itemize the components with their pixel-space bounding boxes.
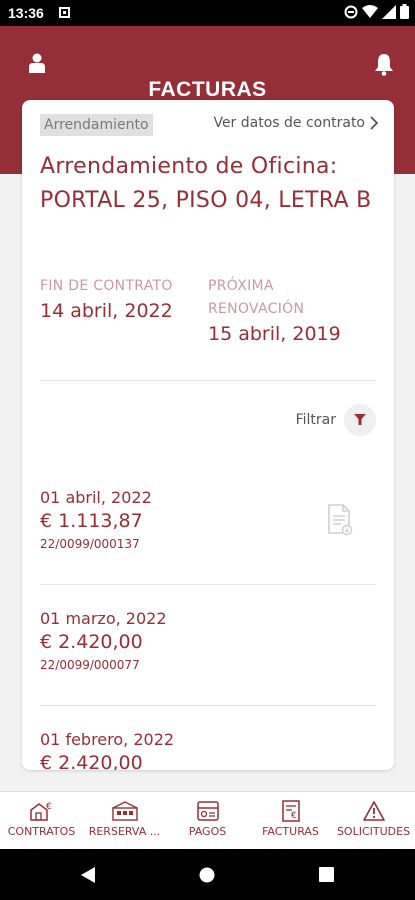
divider: [40, 705, 376, 706]
renewal-value: 15 abril, 2019: [208, 323, 341, 345]
reservations-icon: [111, 801, 138, 821]
system-icons: [344, 4, 409, 19]
chevron-right-icon: [370, 116, 378, 130]
nav-item-contracts[interactable]: € CONTRATOS: [0, 792, 83, 850]
view-contract-link[interactable]: Ver datos de contrato: [213, 115, 378, 131]
renewal-label-line2: RENOVACIÓN: [208, 301, 305, 317]
invoice-number: 22/0099/000137: [40, 537, 140, 551]
invoices-icon: €: [281, 800, 300, 822]
status-bar: 13:36: [0, 0, 415, 26]
user-icon[interactable]: [28, 53, 46, 73]
filter-label: Filtrar: [295, 412, 336, 428]
contract-title: Arrendamiento de Oficina: PORTAL 25, PIS…: [40, 154, 372, 213]
contract-end-value: 14 abril, 2022: [40, 300, 173, 322]
system-nav-bar: [0, 849, 415, 900]
invoice-amount: € 1.113,87: [40, 510, 143, 532]
svg-text:€: €: [291, 811, 297, 821]
nav-item-reservations[interactable]: RERSERVA ...: [83, 792, 166, 850]
invoice-number: 22/0099/000077: [40, 658, 140, 672]
warning-icon: [362, 801, 385, 821]
invoice-item[interactable]: 01 abril, 2022 € 1.113,87 22/0099/000137: [40, 488, 152, 551]
nav-item-invoices[interactable]: € FACTURAS: [249, 792, 332, 850]
contract-type-chip: Arrendamiento: [40, 114, 153, 136]
contracts-icon: €: [29, 802, 52, 821]
divider: [40, 380, 376, 381]
bottom-nav: € CONTRATOS RERSERVA ... PAGOS € FACTURA…: [0, 791, 415, 849]
dnd-icon: [344, 5, 358, 18]
wifi-icon: [362, 4, 378, 18]
invoice-amount: € 2.420,00: [40, 752, 143, 770]
invoice-document-icon[interactable]: [327, 504, 353, 536]
invoice-amount: € 2.420,00: [40, 631, 143, 653]
filter-control[interactable]: Filtrar: [296, 404, 376, 436]
battery-icon: [400, 4, 409, 19]
svg-text:€: €: [46, 802, 52, 812]
contract-end-label: FIN DE CONTRATO: [40, 278, 173, 294]
notification-icon: [59, 7, 70, 18]
nav-label-invoices: FACTURAS: [262, 825, 319, 838]
invoice-item[interactable]: 01 marzo, 2022 € 2.420,00 22/0099/000077: [40, 609, 167, 672]
signal-icon: [382, 4, 396, 19]
bell-icon[interactable]: [373, 52, 395, 76]
invoice-item[interactable]: 01 febrero, 2022 € 2.420,00: [40, 730, 174, 770]
filter-button[interactable]: [344, 404, 376, 436]
payments-icon: [196, 801, 219, 821]
back-icon[interactable]: [80, 866, 96, 884]
nav-item-requests[interactable]: SOLICITUDES: [332, 792, 415, 850]
nav-item-payments[interactable]: PAGOS: [166, 792, 249, 850]
status-time: 13:36: [8, 5, 44, 21]
renewal-label-line1: PRÓXIMA: [208, 278, 274, 294]
home-icon[interactable]: [199, 867, 215, 883]
view-contract-label: Ver datos de contrato: [213, 115, 365, 131]
nav-label-requests: SOLICITUDES: [336, 825, 411, 838]
divider: [40, 584, 376, 585]
nav-label-contracts: CONTRATOS: [7, 825, 76, 838]
invoice-date: 01 marzo, 2022: [40, 609, 167, 628]
page-title: FACTURAS: [148, 78, 267, 101]
funnel-icon: [354, 414, 366, 425]
nav-label-reservations: RERSERVA ...: [88, 825, 161, 838]
recents-icon[interactable]: [319, 867, 334, 882]
invoice-date: 01 febrero, 2022: [40, 730, 175, 749]
nav-label-payments: PAGOS: [188, 825, 227, 838]
invoice-date: 01 abril, 2022: [40, 488, 152, 507]
contract-card: Arrendamiento Ver datos de contrato Arre…: [22, 100, 394, 770]
